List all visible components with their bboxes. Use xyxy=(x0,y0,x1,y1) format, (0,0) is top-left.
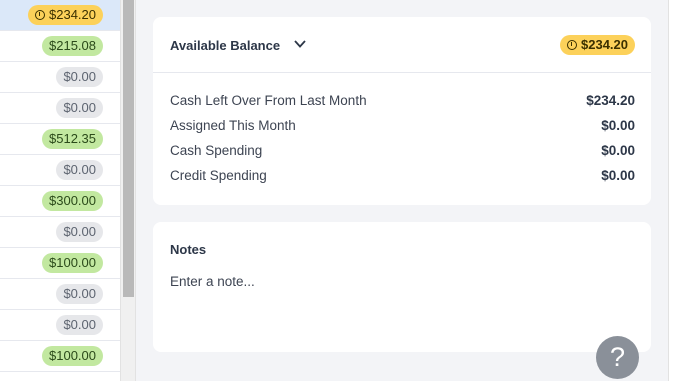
category-row[interactable]: $0.00 xyxy=(0,279,120,310)
notes-card: Notes xyxy=(153,222,651,352)
breakdown-label: Credit Spending xyxy=(170,168,267,183)
breakdown-row: Assigned This Month $0.00 xyxy=(153,113,651,138)
category-row[interactable]: $0.00 xyxy=(0,217,120,248)
notes-title: Notes xyxy=(170,242,207,257)
available-pill[interactable]: $0.00 xyxy=(56,160,103,180)
available-amount: $0.00 xyxy=(63,224,96,239)
category-row[interactable]: $100.00 xyxy=(0,248,120,279)
available-pill[interactable]: $0.00 xyxy=(56,222,103,242)
breakdown-value: $234.20 xyxy=(586,93,635,108)
category-row[interactable]: $300.00 xyxy=(0,186,120,217)
available-pill[interactable]: $100.00 xyxy=(42,346,103,366)
breakdown-label: Assigned This Month xyxy=(170,118,296,133)
breakdown-label: Cash Left Over From Last Month xyxy=(170,93,367,108)
available-balance-header[interactable]: Available Balance $234.20 xyxy=(153,17,651,73)
balance-breakdown: Cash Left Over From Last Month $234.20 A… xyxy=(153,73,651,188)
breakdown-row: Cash Spending $0.00 xyxy=(153,138,651,163)
available-amount: $234.20 xyxy=(49,7,96,22)
available-pill[interactable]: $0.00 xyxy=(56,67,103,87)
category-row[interactable]: $0.00 xyxy=(0,155,120,186)
breakdown-value: $0.00 xyxy=(601,168,635,183)
category-row[interactable]: $512.35 xyxy=(0,124,120,155)
category-row[interactable]: $0.00 xyxy=(0,62,120,93)
available-pill[interactable]: $234.20 xyxy=(28,5,103,25)
available-amount: $100.00 xyxy=(49,255,96,270)
scrollbar-thumb[interactable] xyxy=(123,0,134,297)
category-row[interactable]: $0.00 xyxy=(0,93,120,124)
breakdown-value: $0.00 xyxy=(601,118,635,133)
available-balance-title: Available Balance xyxy=(170,38,281,53)
category-row[interactable]: $234.20 xyxy=(0,0,120,31)
breakdown-value: $0.00 xyxy=(601,143,635,158)
available-amount: $0.00 xyxy=(63,162,96,177)
category-list: $234.20 $215.08 $0.00 $0.00 $512.35 $0.0… xyxy=(0,0,120,381)
available-balance-card: Available Balance $234.20 Cash Left Over… xyxy=(153,17,651,205)
available-pill[interactable]: $0.00 xyxy=(56,98,103,118)
available-balance-amount: $234.20 xyxy=(581,37,628,52)
breakdown-row: Cash Left Over From Last Month $234.20 xyxy=(153,88,651,113)
available-pill[interactable]: $300.00 xyxy=(42,191,103,211)
clock-icon xyxy=(567,40,577,50)
chevron-down-icon[interactable] xyxy=(294,39,306,49)
category-row[interactable]: $100.00 xyxy=(0,341,120,372)
available-pill[interactable]: $512.35 xyxy=(42,129,103,149)
list-scrollbar[interactable] xyxy=(120,0,136,381)
available-amount: $512.35 xyxy=(49,131,96,146)
clock-icon xyxy=(35,10,45,20)
help-button[interactable]: ? xyxy=(596,336,639,379)
available-pill[interactable]: $215.08 xyxy=(42,36,103,56)
available-amount: $0.00 xyxy=(63,286,96,301)
available-amount: $0.00 xyxy=(63,69,96,84)
category-row[interactable]: $215.08 xyxy=(0,31,120,62)
available-pill[interactable]: $100.00 xyxy=(42,253,103,273)
right-panel-edge xyxy=(668,0,680,381)
breakdown-row: Credit Spending $0.00 xyxy=(153,163,651,188)
category-row[interactable]: $0.00 xyxy=(0,310,120,341)
available-amount: $215.08 xyxy=(49,38,96,53)
available-amount: $0.00 xyxy=(63,317,96,332)
available-balance-pill: $234.20 xyxy=(560,35,635,55)
inspector-panel: Available Balance $234.20 Cash Left Over… xyxy=(136,0,668,381)
available-pill[interactable]: $0.00 xyxy=(56,284,103,304)
notes-input[interactable] xyxy=(170,274,630,289)
available-pill[interactable]: $0.00 xyxy=(56,315,103,335)
available-amount: $0.00 xyxy=(63,100,96,115)
available-amount: $100.00 xyxy=(49,348,96,363)
available-amount: $300.00 xyxy=(49,193,96,208)
breakdown-label: Cash Spending xyxy=(170,143,263,158)
